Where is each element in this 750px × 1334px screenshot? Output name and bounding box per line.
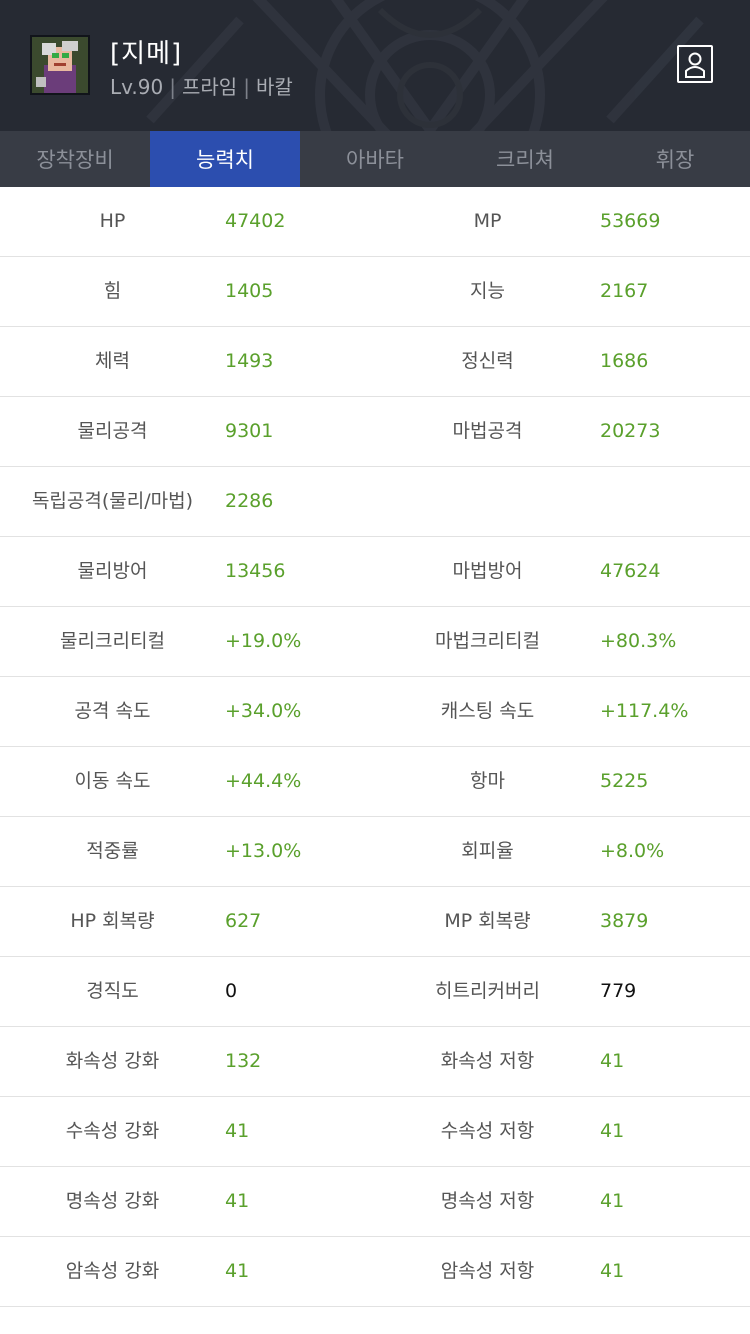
stat-value: 132 [225, 1050, 262, 1072]
stat-label: HP 회복량 [70, 910, 155, 932]
stat-label: 정신력 [461, 350, 514, 372]
stat-label: 마법공격 [452, 420, 523, 442]
stat-label: HP [99, 210, 126, 232]
stat-row: 공격 속도 +34.0% 캐스팅 속도 +117.4% [0, 677, 750, 747]
stat-label: 명속성 강화 [65, 1190, 160, 1212]
stat-value: 0 [225, 980, 238, 1002]
stat-value: 47402 [225, 210, 286, 232]
stat-label: 화속성 저항 [440, 1050, 535, 1072]
stat-value: +117.4% [600, 700, 689, 722]
tab-stats[interactable]: 능력치 [150, 131, 300, 187]
stat-value: 41 [600, 1190, 625, 1212]
stat-row: 물리공격 9301 마법공격 20273 [0, 397, 750, 467]
stat-value: +34.0% [225, 700, 302, 722]
stat-row: 힘 1405 지능 2167 [0, 257, 750, 327]
stat-value: 47624 [600, 560, 661, 582]
info-separator: | [169, 75, 176, 99]
stat-row: 수속성 강화 41 수속성 저항 41 [0, 1097, 750, 1167]
stat-label: MP [473, 210, 502, 232]
stats-table: HP 47402 MP 53669 힘 1405 지능 2167 체력 1493… [0, 187, 750, 1307]
character-header: [지메] Lv.90 | 프라임 | 바칼 [0, 0, 750, 131]
stat-value: 41 [225, 1260, 250, 1282]
stat-value [600, 467, 750, 536]
stat-value: 5225 [600, 770, 649, 792]
stat-label: 독립공격(물리/마법) [31, 490, 194, 512]
stat-value: +80.3% [600, 630, 677, 652]
stat-value: 3879 [600, 910, 649, 932]
stat-label: 적중률 [86, 840, 139, 862]
stat-value: 20273 [600, 420, 661, 442]
stat-value: 53669 [600, 210, 661, 232]
character-info: Lv.90 | 프라임 | 바칼 [110, 71, 293, 100]
tab-equipment[interactable]: 장착장비 [0, 131, 150, 187]
character-portrait-icon [32, 37, 88, 93]
stat-label: 경직도 [86, 980, 139, 1002]
stat-value: 41 [225, 1120, 250, 1142]
tab-creature[interactable]: 크리쳐 [450, 131, 600, 187]
profile-button[interactable] [677, 45, 713, 83]
character-level: Lv.90 [110, 75, 164, 99]
stat-value: +19.0% [225, 630, 302, 652]
stat-label: 수속성 저항 [440, 1120, 535, 1142]
stat-label: 회피율 [461, 840, 514, 862]
stat-value: 41 [600, 1120, 625, 1142]
character-job: 프라임 [181, 75, 238, 99]
stat-value: 2286 [225, 490, 274, 512]
stat-row: 화속성 강화 132 화속성 저항 41 [0, 1027, 750, 1097]
stat-value: 1405 [225, 280, 274, 302]
stat-label: 히트리커버리 [435, 980, 540, 1002]
stat-row: 물리방어 13456 마법방어 47624 [0, 537, 750, 607]
stat-label: 힘 [103, 280, 122, 302]
stat-value: 779 [600, 980, 637, 1002]
stat-label: 물리공격 [77, 420, 148, 442]
stat-value: +8.0% [600, 840, 665, 862]
stat-label: 명속성 저항 [440, 1190, 535, 1212]
stat-label: 지능 [470, 280, 505, 302]
stat-value: 13456 [225, 560, 286, 582]
stat-row: 체력 1493 정신력 1686 [0, 327, 750, 397]
stat-label [375, 467, 600, 536]
tab-avatar[interactable]: 아바타 [300, 131, 450, 187]
stat-label: 공격 속도 [74, 700, 151, 722]
stat-label: 이동 속도 [74, 770, 151, 792]
info-separator: | [243, 75, 250, 99]
stat-label: 물리크리티컬 [60, 630, 165, 652]
stat-value: 41 [225, 1190, 250, 1212]
stat-label: 암속성 강화 [65, 1260, 160, 1282]
stat-value: 41 [600, 1050, 625, 1072]
user-profile-icon [685, 52, 705, 78]
character-name: [지메] [110, 39, 183, 69]
stat-row: 암속성 강화 41 암속성 저항 41 [0, 1237, 750, 1307]
stat-row: 경직도 0 히트리커버리 779 [0, 957, 750, 1027]
stat-value: 2167 [600, 280, 649, 302]
stat-row: 명속성 강화 41 명속성 저항 41 [0, 1167, 750, 1237]
stat-label: 마법방어 [452, 560, 523, 582]
avatar[interactable] [30, 35, 90, 95]
stat-value: 627 [225, 910, 262, 932]
stat-value: +44.4% [225, 770, 302, 792]
stat-row: 독립공격(물리/마법) 2286 [0, 467, 750, 537]
stat-label: 캐스팅 속도 [440, 700, 535, 722]
stat-label: 마법크리티컬 [435, 630, 540, 652]
stat-label: 항마 [470, 770, 505, 792]
stat-row: 물리크리티컬 +19.0% 마법크리티컬 +80.3% [0, 607, 750, 677]
tab-insignia[interactable]: 휘장 [600, 131, 750, 187]
stat-row: HP 47402 MP 53669 [0, 187, 750, 257]
character-server: 바칼 [255, 75, 293, 99]
tab-bar: 장착장비 능력치 아바타 크리쳐 휘장 [0, 131, 750, 187]
stat-value: 9301 [225, 420, 274, 442]
stat-label: 암속성 저항 [440, 1260, 535, 1282]
stat-label: 물리방어 [77, 560, 148, 582]
stat-value: 1686 [600, 350, 649, 372]
stat-row: HP 회복량 627 MP 회복량 3879 [0, 887, 750, 957]
stat-row: 이동 속도 +44.4% 항마 5225 [0, 747, 750, 817]
stat-value: 1493 [225, 350, 274, 372]
stat-label: 화속성 강화 [65, 1050, 160, 1072]
stat-value: +13.0% [225, 840, 302, 862]
stat-row: 적중률 +13.0% 회피율 +8.0% [0, 817, 750, 887]
stat-label: MP 회복량 [444, 910, 531, 932]
stat-label: 수속성 강화 [65, 1120, 160, 1142]
stat-value: 41 [600, 1260, 625, 1282]
stat-label: 체력 [95, 350, 130, 372]
